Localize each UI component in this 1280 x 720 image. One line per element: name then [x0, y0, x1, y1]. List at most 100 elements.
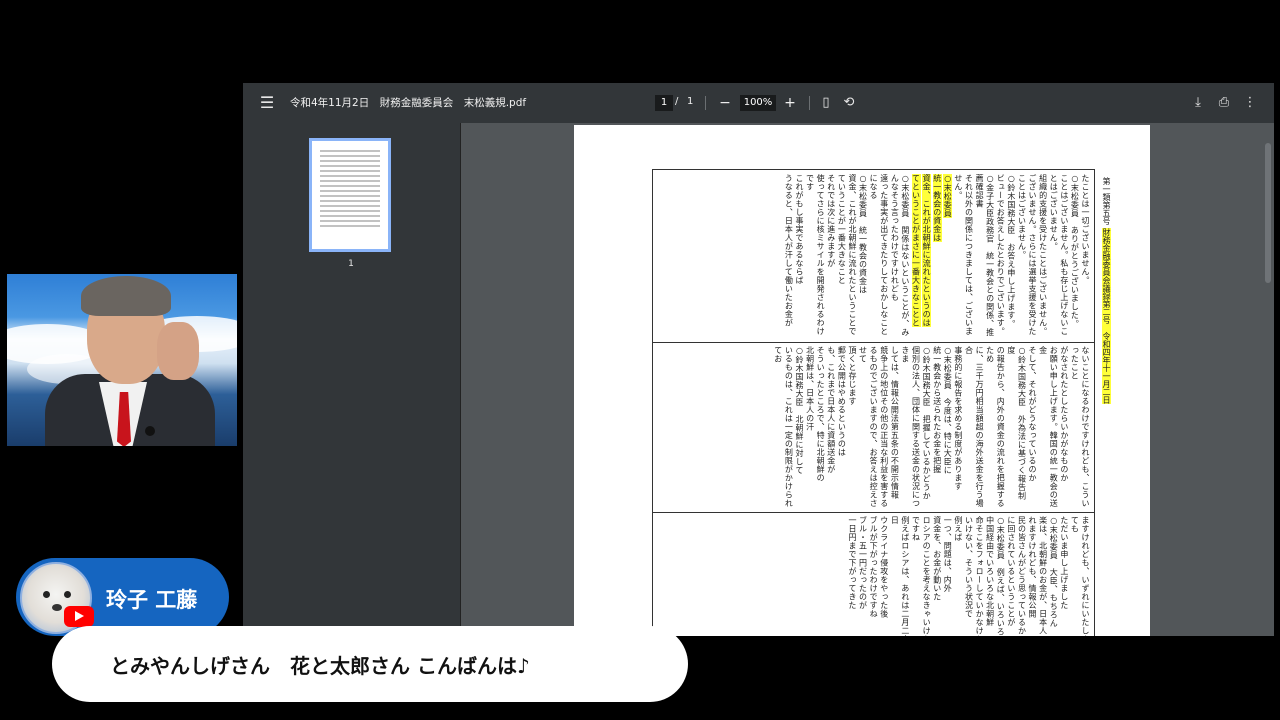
text-line: 遠った事実が出てきたりしておかしなことになる — [869, 174, 889, 336]
text-line: 一日円まで下がってきた — [847, 516, 857, 610]
zoom-level-input[interactable]: 100% — [740, 95, 776, 111]
document-text-frame: たことは一切ございません。 ○末松委員 ありがとうございました。 ことはございません… — [652, 169, 1095, 636]
speaker-hair — [81, 276, 171, 316]
thumbnail-sidebar: 1 — [243, 123, 461, 636]
webcam-feed — [7, 274, 237, 446]
text-line: るものでございますので、お答えは控えさせて — [858, 346, 879, 508]
text-block-bottom: ますけれども、いずれにいたしましても ただいま申し上げました ○末松委員 大臣、もち… — [655, 516, 1090, 636]
comment-text: とみやんしげさん 花と太郎さん こんばんは♪ — [110, 654, 530, 678]
pdf-toolbar: ☰ 令和4年11月2日 財務金融委員会 末松義規.pdf 1 / 1 − 100… — [243, 83, 1274, 123]
text-line: がなされたとしたらいかがなものか — [1059, 346, 1069, 482]
text-line: 民の皆さんがどう思っているか — [1017, 516, 1027, 635]
text-line: ロシアのことを考えなきゃいけないですね — [911, 516, 932, 636]
text-line: ○末松委員 統一教会の資金は — [858, 174, 868, 294]
page-side-title: 第一類第五号 — [1102, 177, 1111, 225]
text-line: 中国経由でいろいろな北朝鮮 — [985, 516, 995, 627]
highlight-mark: 資金、これが北朝鮮に流れたというのは — [922, 174, 932, 327]
text-line: しては、情報公開法第五条の不開示情報 — [890, 346, 900, 499]
thumbnail-page-number: 1 — [348, 259, 354, 269]
text-line: ○鈴木国務大臣 外為法に基づく報告制度 — [1006, 346, 1027, 500]
commenter-name: 玲子 工藤 — [106, 588, 198, 612]
lapel-mic-icon — [145, 426, 155, 436]
page-side-highlight: 財務金融委員会議録第二号 令和四年十一月二日 — [1102, 227, 1111, 404]
text-line: うなると、日本人が汗して働いたお金が — [784, 174, 794, 327]
text-line: も、これまで日本人に資額送金が — [826, 346, 836, 474]
more-vert-icon[interactable]: ⋮ — [1240, 93, 1260, 113]
toolbar-divider — [809, 96, 810, 110]
text-line: 例えば — [953, 516, 963, 542]
text-line: ○鈴木国務大臣 把握しているかどうか — [922, 346, 932, 500]
page-thumbnail[interactable] — [309, 138, 391, 252]
text-block-middle: ないことになるわけですけれども、こういったこと がなされたとしたらいかがなものかお… — [655, 346, 1090, 508]
text-line: ○末松委員 ありがとうございました。 — [1070, 174, 1080, 328]
youtube-icon — [64, 606, 94, 627]
text-line: ○金子大臣政務官 統一教会との関係、推薦確認書 — [975, 174, 995, 337]
text-line: ていうことが一番大きなこと — [837, 174, 847, 285]
menu-icon[interactable]: ☰ — [257, 93, 277, 113]
zoom-in-button[interactable]: + — [783, 93, 797, 113]
text-line: お願い申し上げます。韓国の統一教会の送金 — [1038, 346, 1059, 508]
text-line: ないことになるわけですけれども、こういったこと — [1070, 346, 1090, 508]
text-line: ○末松委員 関係はないということが、みんなそう言ったわけですけれども — [890, 174, 910, 337]
pdf-page: たことは一切ございません。 ○末松委員 ありがとうございました。 ことはございません… — [574, 125, 1150, 636]
text-line: 命そこをフォローしていかなければ — [975, 516, 985, 636]
text-line: 一つ、問題は、内外 — [943, 516, 953, 593]
text-line: 統一教会から送られたお金を把握 — [932, 346, 942, 474]
total-pages: 1 — [687, 96, 694, 107]
text-line: 個別の法人、団体に関する送金の状況につきま — [900, 346, 921, 508]
text-line: に、三千万円相当額超の海外送金を行う場合 — [964, 346, 985, 508]
text-line: に回されているということが — [1006, 516, 1016, 627]
text-line: いるものは、これは一定の制限がかけられてお — [773, 346, 794, 508]
file-title: 令和4年11月2日 財務金融委員会 末松義規.pdf — [290, 97, 527, 109]
text-line: れますけれども、情報公開 — [1028, 516, 1038, 618]
highlighted-passage: ○末松委員 統一教会の資金は 資金、これが北朝鮮に流れたというのは てということがまさ… — [910, 174, 953, 338]
text-line: たことは一切ございません。 — [1081, 174, 1090, 285]
fit-page-icon[interactable]: ▯ — [816, 93, 836, 113]
text-line: それ以外の関係につきましては、ございません。 — [953, 174, 974, 336]
print-icon[interactable]: ⎙ — [1214, 93, 1234, 113]
text-line: 使ってさらに核ミサイルを開発されるわけです — [805, 174, 826, 336]
text-line: ウクライナ侵攻をやった後 — [879, 516, 889, 618]
text-line: ビューでお答えしたとおりでございます。 — [996, 174, 1006, 336]
zoom-out-button[interactable]: − — [718, 93, 732, 113]
highlight-mark: ○末松委員 — [943, 174, 953, 218]
text-line: ブル・五一円だったのが — [858, 516, 868, 610]
text-line: いけない、そういう状況で — [964, 516, 974, 618]
section-divider — [653, 512, 1094, 513]
text-line: ただいま申し上げました — [1059, 516, 1069, 610]
text-line: 楽は、北朝鮮のお金が、日本人 — [1038, 516, 1048, 635]
text-line: 郵で公開はやめるというのは — [837, 346, 847, 457]
text-line: ○鈴木国務大臣 北朝鮮に対して — [794, 346, 804, 475]
text-line: ○末松委員 例えば、いろいろな — [996, 516, 1006, 636]
text-line: の報告から、内外の資金の流れを把握するため — [985, 346, 1006, 508]
highlight-mark: てということがまさに一番大きなことと — [911, 174, 921, 327]
page-side-label: 第一類第五号 財務金融委員会議録第二号 令和四年十一月二日 — [1101, 177, 1112, 404]
text-line: 頂くと存じます — [847, 346, 857, 406]
text-line: これがもし事実であるならば — [794, 174, 804, 285]
download-icon[interactable]: ⤓ — [1188, 93, 1208, 113]
highlight-mark: 統一教会の資金は — [932, 174, 942, 242]
rotate-icon[interactable]: ⟲ — [839, 93, 859, 113]
speaker-hand — [157, 322, 199, 380]
text-line: 北朝鮮は、日本人の汗 — [805, 346, 815, 431]
text-line: 例えばロシアは、あれは二月二十四日 — [890, 516, 910, 636]
page-separator: / — [675, 96, 679, 107]
text-line: 事務的に報告を求める制度があります — [953, 346, 963, 491]
pdf-viewer: ☰ 令和4年11月2日 財務金融委員会 末松義規.pdf 1 / 1 − 100… — [243, 83, 1274, 636]
text-line: 資金、これが北朝鮮に流れたということで — [847, 174, 857, 336]
text-line: それでは次に進みますが — [826, 174, 836, 268]
text-block-top: たことは一切ございません。 ○末松委員 ありがとうございました。 ことはございません… — [655, 174, 1090, 338]
page-number-input[interactable]: 1 — [655, 95, 673, 111]
section-divider — [653, 342, 1094, 343]
text-line: ございません。さらには選挙支援を受けたことはございません。 — [1017, 174, 1038, 336]
scrollbar[interactable] — [1265, 143, 1271, 283]
text-line: 資金を、お金が動いた — [932, 516, 942, 601]
text-line: ブルが下がったわけですね — [869, 516, 879, 618]
text-line: 競争上の地位その他の正当な利益を害する — [879, 346, 889, 508]
text-line: ○末松委員 大臣、もちろん — [1049, 516, 1059, 628]
text-line: ますけれども、いずれにいたしましても — [1070, 516, 1090, 636]
toolbar-divider — [705, 96, 706, 110]
text-line: そして、それがどうなっているのか — [1028, 346, 1038, 482]
text-line: 組織的支援を受けたことはございません。 — [1038, 174, 1048, 336]
text-line: ○末松委員 今度は、特に大臣に — [943, 346, 953, 475]
